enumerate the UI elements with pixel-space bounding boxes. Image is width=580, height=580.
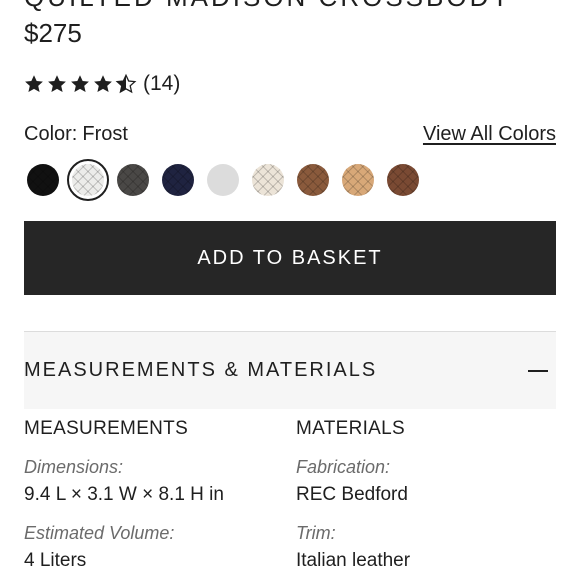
product-title: QUILTED MADISON CROSSBODY xyxy=(24,0,512,13)
color-swatch[interactable] xyxy=(297,164,329,196)
measurements-heading: MEASUREMENTS xyxy=(24,418,189,439)
rating[interactable]: (14) xyxy=(23,72,180,96)
color-swatch[interactable] xyxy=(342,164,374,196)
materials-column: MATERIALS Fabrication: REC Bedford Trim:… xyxy=(296,418,556,572)
color-swatch[interactable] xyxy=(162,164,194,196)
trim-label: Trim: xyxy=(296,523,336,543)
selected-color-name: Frost xyxy=(82,123,128,145)
color-swatch[interactable] xyxy=(207,164,239,196)
fabrication-label: Fabrication: xyxy=(296,457,391,477)
dimensions-value: 9.4 L × 3.1 W × 8.1 H in xyxy=(24,484,224,505)
color-swatch[interactable] xyxy=(387,164,419,196)
dimensions-label: Dimensions: xyxy=(24,457,124,477)
color-swatches xyxy=(27,159,419,201)
star-rating xyxy=(23,73,137,95)
volume-value: 4 Liters xyxy=(24,550,87,571)
color-label: Color: xyxy=(24,123,78,145)
collapse-minus-icon[interactable] xyxy=(528,369,548,372)
star-icon xyxy=(94,75,112,92)
materials-heading: MATERIALS xyxy=(296,418,405,439)
star-icon xyxy=(25,75,43,92)
color-row: Color: Frost View All Colors xyxy=(24,123,556,146)
review-count[interactable]: (14) xyxy=(143,72,180,96)
add-to-basket-button[interactable]: ADD TO BASKET xyxy=(24,221,556,295)
measurements-column: MEASUREMENTS Dimensions: 9.4 L × 3.1 W ×… xyxy=(24,418,284,572)
half-star-icon xyxy=(115,73,137,94)
color-swatch[interactable] xyxy=(252,164,284,196)
color-selection: Color: Frost xyxy=(24,123,128,146)
color-swatch[interactable] xyxy=(67,159,109,201)
volume-label: Estimated Volume: xyxy=(24,523,175,543)
measurements-materials-accordion-header[interactable]: MEASUREMENTS & MATERIALS xyxy=(24,331,556,409)
fabrication-value: REC Bedford xyxy=(296,484,408,505)
color-swatch[interactable] xyxy=(117,164,149,196)
color-swatch[interactable] xyxy=(27,164,59,196)
view-all-colors-link[interactable]: View All Colors xyxy=(423,123,556,146)
trim-value: Italian leather xyxy=(296,550,411,571)
star-icon xyxy=(48,75,66,92)
product-price: $275 xyxy=(24,18,82,48)
accordion-title: MEASUREMENTS & MATERIALS xyxy=(24,359,378,381)
product-detail-page: QUILTED MADISON CROSSBODY $275 (14) Colo… xyxy=(0,0,580,580)
star-icon xyxy=(71,75,89,92)
